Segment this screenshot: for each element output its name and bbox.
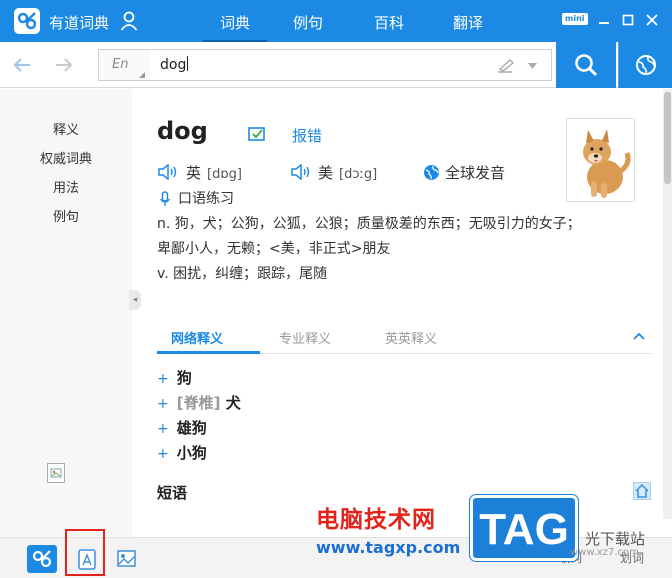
expand-plus-icon[interactable]: + bbox=[157, 421, 169, 437]
list-item[interactable]: + 小狗 bbox=[157, 442, 207, 463]
close-icon[interactable] bbox=[646, 14, 658, 26]
definition-line: n. 狗，犬；公狗，公狐，公狼；质量极差的东西；无吸引力的女子； bbox=[157, 216, 581, 232]
list-item[interactable]: + 雄狗 bbox=[157, 417, 207, 438]
expand-plus-icon[interactable]: + bbox=[157, 396, 169, 412]
text-caret bbox=[187, 56, 189, 71]
image-translate-button[interactable] bbox=[112, 545, 142, 573]
chevron-up-icon[interactable] bbox=[633, 332, 645, 340]
global-search-button[interactable] bbox=[618, 42, 672, 88]
title-bar: 有道词典 词典 例句 百科 翻译 mini bbox=[0, 0, 672, 43]
user-icon[interactable] bbox=[120, 11, 138, 31]
back-to-top-icon[interactable] bbox=[633, 482, 651, 500]
list-item[interactable]: + 狗 bbox=[157, 367, 192, 388]
headword: dog bbox=[157, 117, 208, 145]
pron-us[interactable]: 美 [dɔːg] bbox=[318, 162, 377, 183]
definition-tabs: 网络释义 专业释义 英英释义 bbox=[157, 326, 652, 354]
back-arrow-icon[interactable] bbox=[12, 56, 32, 74]
definition-line: v. 困扰，纠缠；跟踪，尾随 bbox=[157, 266, 328, 282]
forward-arrow-icon[interactable] bbox=[54, 56, 74, 74]
sidebar-item-definition[interactable]: 释义 bbox=[0, 119, 132, 138]
broken-image-icon bbox=[47, 463, 65, 483]
youdao-logo-icon bbox=[14, 8, 40, 34]
sidebar-item-examples[interactable]: 例句 bbox=[0, 206, 132, 225]
web-definition-text: 犬 bbox=[225, 394, 241, 412]
app-title: 有道词典 bbox=[49, 14, 110, 32]
minimize-icon[interactable] bbox=[598, 14, 610, 26]
dictionary-home-button[interactable] bbox=[27, 545, 57, 573]
active-tab-indicator bbox=[157, 351, 260, 354]
microphone-icon[interactable] bbox=[159, 191, 171, 207]
tab-translate[interactable]: 翻译 bbox=[436, 12, 500, 33]
oral-practice-link[interactable]: 口语练习 bbox=[178, 188, 234, 208]
tab-example-sentences[interactable]: 例句 bbox=[276, 12, 340, 33]
tab-encyclopedia[interactable]: 百科 bbox=[357, 12, 421, 33]
expand-plus-icon[interactable]: + bbox=[157, 446, 169, 462]
highlight-box bbox=[65, 529, 105, 576]
sidebar-item-usage[interactable]: 用法 bbox=[0, 177, 132, 196]
search-button[interactable] bbox=[556, 42, 616, 88]
mini-mode-button[interactable]: mini bbox=[562, 13, 588, 25]
report-error-link[interactable]: 报错 bbox=[292, 125, 322, 146]
pron-us-label: 美 bbox=[318, 164, 334, 182]
tab-professional-definitions[interactable]: 专业释义 bbox=[279, 328, 331, 347]
pron-uk-label: 英 bbox=[186, 164, 202, 182]
dog-photo bbox=[566, 118, 635, 202]
globe-pronunciation-icon[interactable] bbox=[423, 164, 440, 181]
search-query-text: dog bbox=[160, 57, 187, 73]
global-pronunciation-link[interactable]: 全球发音 bbox=[445, 162, 505, 183]
watermark-url: www.tagxp.com bbox=[316, 538, 461, 557]
watermark-tag-text: TAG bbox=[479, 505, 569, 554]
youdao-small-logo-icon bbox=[32, 550, 52, 568]
sidebar: 释义 权威词典 用法 例句 bbox=[0, 89, 132, 537]
chevron-down-icon[interactable] bbox=[528, 63, 537, 69]
corner-dropdown-icon bbox=[139, 72, 145, 78]
tab-web-definitions[interactable]: 网络释义 bbox=[171, 328, 223, 347]
language-selector[interactable]: En bbox=[98, 49, 150, 81]
search-icon bbox=[575, 54, 598, 77]
language-label: En bbox=[112, 57, 129, 72]
definition-line: 卑鄙小人，无赖；<美，非正式>朋友 bbox=[157, 241, 391, 257]
speaker-us-icon[interactable] bbox=[290, 164, 312, 180]
maximize-icon[interactable] bbox=[622, 14, 634, 26]
watermark-site-url: www.xz7.com bbox=[570, 547, 639, 558]
phrases-heading: 短语 bbox=[157, 484, 188, 502]
search-bar: En dog bbox=[0, 42, 672, 88]
watermark-tag-badge: TAG bbox=[470, 495, 578, 561]
handwriting-pen-icon[interactable] bbox=[496, 57, 516, 75]
wordbook-check-icon[interactable] bbox=[248, 127, 266, 142]
web-definition-text: 狗 bbox=[176, 369, 192, 387]
web-definition-text: 小狗 bbox=[176, 444, 207, 462]
scrollbar-thumb[interactable] bbox=[664, 92, 671, 184]
tab-english-definitions[interactable]: 英英释义 bbox=[385, 328, 437, 347]
watermark-site: 光下载站 bbox=[585, 530, 646, 548]
tab-dictionary[interactable]: 词典 bbox=[203, 12, 267, 43]
speaker-uk-icon[interactable] bbox=[157, 164, 179, 180]
list-item[interactable]: + [脊椎] 犬 bbox=[157, 392, 241, 413]
pron-uk[interactable]: 英 [dɒg] bbox=[186, 162, 242, 183]
pron-us-phonetic: [dɔːg] bbox=[339, 167, 378, 182]
watermark-text: 电脑技术网 bbox=[316, 507, 436, 533]
image-translate-icon bbox=[117, 550, 136, 567]
web-definition-text: 雄狗 bbox=[176, 419, 207, 437]
sidebar-item-authoritative-dictionaries[interactable]: 权威词典 bbox=[0, 148, 132, 167]
search-input[interactable]: dog bbox=[150, 49, 552, 81]
domain-tag: [脊椎] bbox=[176, 394, 221, 412]
sidebar-collapse-handle[interactable]: ◂ bbox=[129, 290, 141, 310]
globe-icon bbox=[636, 55, 656, 75]
pron-uk-phonetic: [dɒg] bbox=[207, 167, 242, 182]
expand-plus-icon[interactable]: + bbox=[157, 371, 169, 387]
